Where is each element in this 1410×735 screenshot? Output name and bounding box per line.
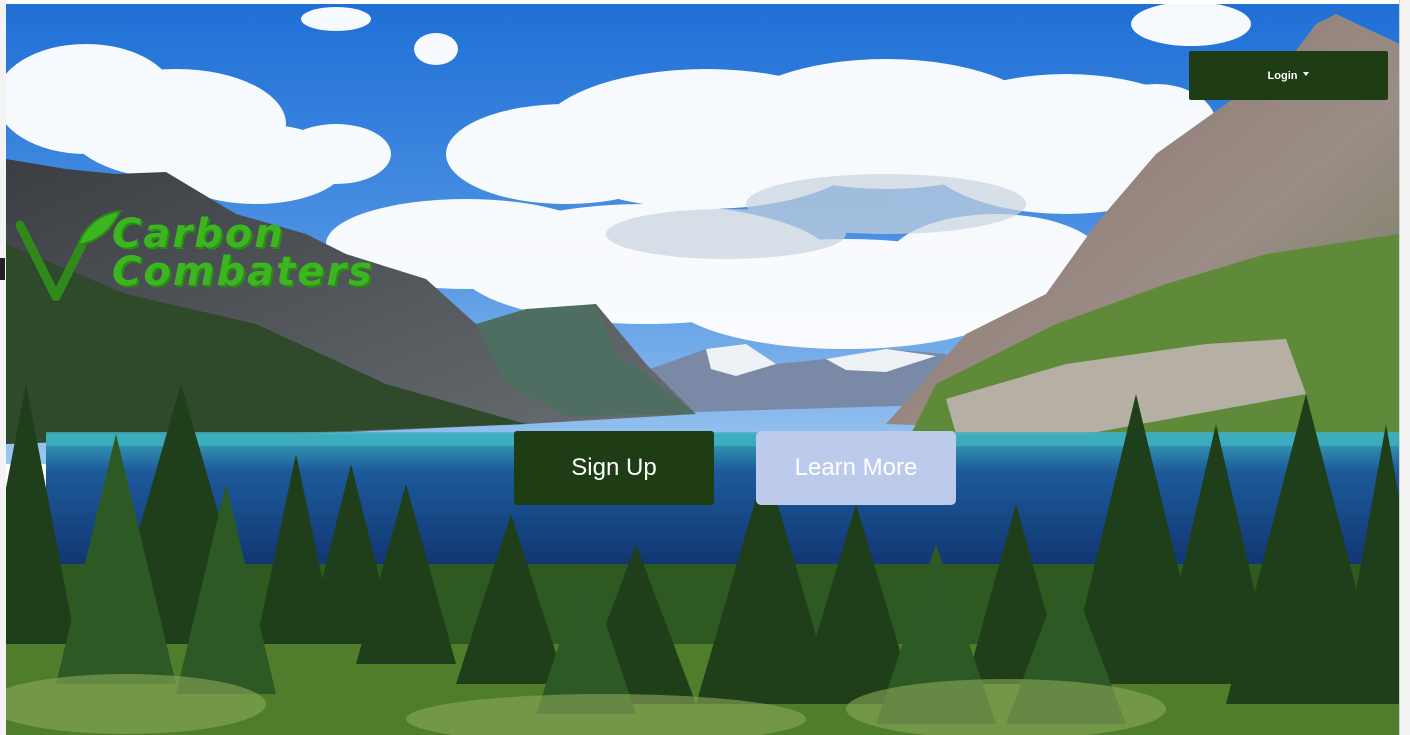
sign-up-label: Sign Up	[571, 454, 657, 481]
login-label: Login	[1267, 69, 1298, 82]
login-dropdown-button[interactable]: Login	[1189, 51, 1388, 100]
window-right-edge	[1399, 0, 1410, 735]
logo-wordmark: Carbon Combaters	[112, 211, 374, 295]
sign-up-button[interactable]: Sign Up	[514, 431, 714, 505]
hero-background-image	[6, 4, 1400, 735]
caret-down-icon	[1303, 71, 1310, 76]
logo-line-1: Carbon	[112, 211, 285, 257]
page: Carbon Combaters Login Sign Up Learn Mor…	[0, 0, 1410, 735]
edge-marker	[0, 258, 5, 280]
learn-more-button[interactable]: Learn More	[756, 431, 956, 505]
checkmark-leaf-icon	[16, 209, 122, 301]
learn-more-label: Learn More	[794, 454, 918, 481]
carbon-combaters-logo[interactable]: Carbon Combaters	[16, 205, 496, 301]
logo-line-2: Combaters	[112, 249, 374, 295]
